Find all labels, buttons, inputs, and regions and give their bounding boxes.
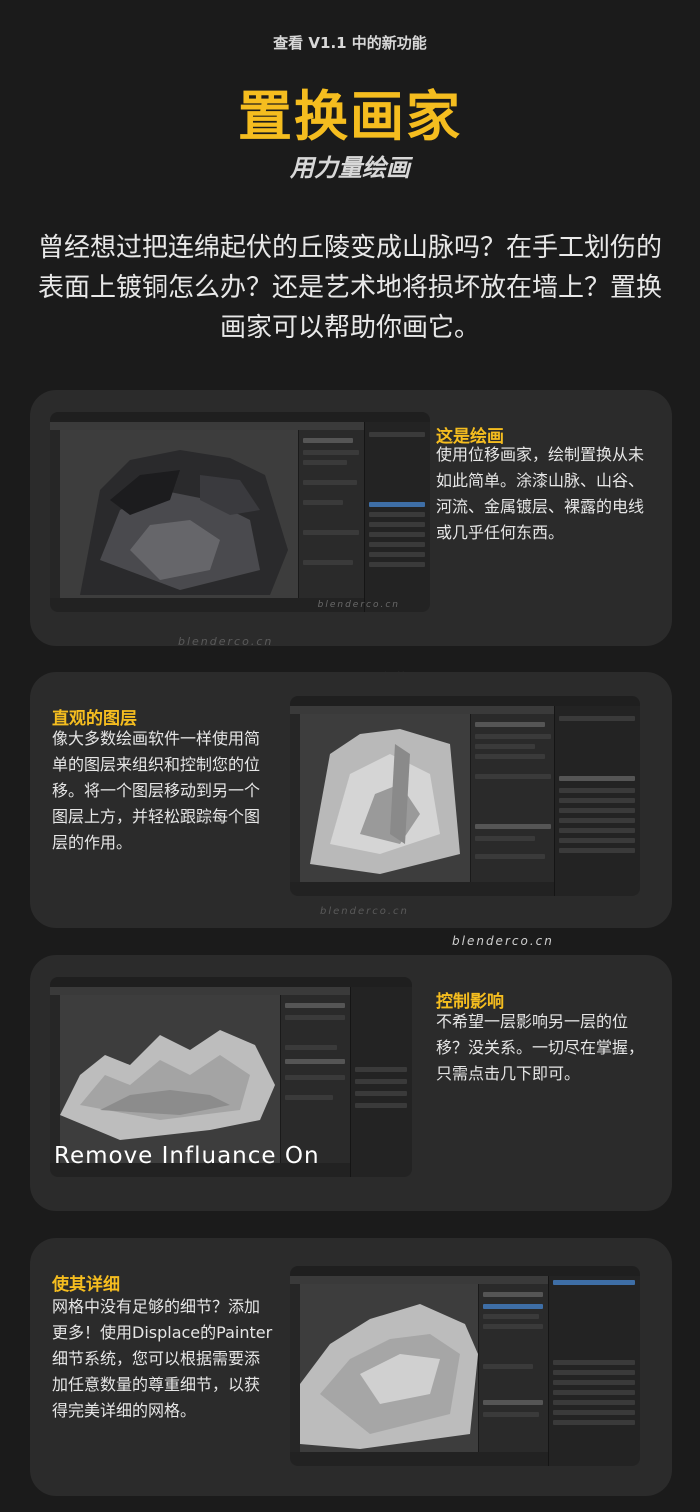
page-subtitle: 用力量绘画 (290, 154, 410, 182)
feature-title: 使其详细 (52, 1275, 120, 1295)
feature-description: 不希望一层影响另一层的位移？没关系。一切尽在掌握，只需点击几下即可。 (436, 1012, 645, 1083)
watermark-site: blenderco.cn (178, 635, 274, 648)
terrain-mountain-mesh (60, 1030, 275, 1140)
feature-card-detail: 使其详细 网格中没有足够的细节？添加更多！使用Displace的Painter细… (30, 1238, 672, 1496)
top-label: 查看 V1.1 中的新功能 (273, 34, 427, 52)
terrain-detail-mesh (300, 1304, 478, 1449)
feature-card-painting: blenderco.cn 这是绘画 使用位移画家，绘制置换从未如此简单。涂漆山脉… (30, 390, 672, 646)
blender-screenshot-painting: blenderco.cn (50, 412, 430, 612)
remove-influence-label: Remove Influance On (54, 1143, 320, 1169)
intro-paragraph: 曾经想过把连绵起伏的丘陵变成山脉吗？在手工划伤的表面上镀铜怎么办？还是艺术地将损… (37, 233, 662, 343)
watermark-site: blenderco.cn (317, 600, 400, 610)
terrain-light-mesh (310, 729, 460, 874)
feature-description: 使用位移画家，绘制置换从未如此简单。涂漆山脉、山谷、河流、金属镀层、裸露的电线或… (436, 445, 645, 542)
blender-screenshot-influence: Remove Influance On (50, 977, 412, 1177)
feature-card-layers: 直观的图层 像大多数绘画软件一样使用简单的图层来组织和控制您的位移。将一个图层移… (30, 672, 672, 928)
watermark-site: blenderco.cn (320, 906, 409, 917)
feature-description: 网格中没有足够的细节？添加更多！使用Displace的Painter细节系统，您… (52, 1297, 273, 1420)
page-title: 置换画家 (238, 85, 462, 148)
terrain-dark-mesh (80, 450, 288, 595)
blender-screenshot-detail (290, 1266, 640, 1466)
watermark-site: blenderco.cn (452, 934, 554, 948)
blender-screenshot-layers (290, 696, 640, 896)
feature-card-influence: Remove Influance On 控制影响 不希望一层影响另一层的位移？没… (30, 955, 672, 1211)
feature-description: 像大多数绘画软件一样使用简单的图层来组织和控制您的位移。将一个图层移动到另一个图… (52, 729, 261, 852)
